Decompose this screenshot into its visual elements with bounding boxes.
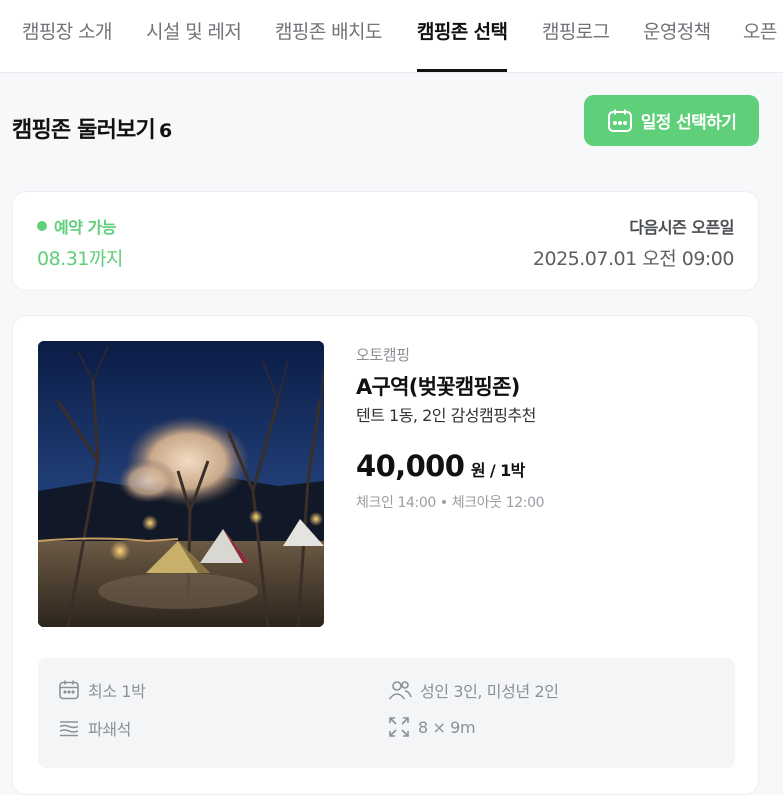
availability-status: 예약 가능 bbox=[37, 214, 116, 238]
floor-info: 파쇄석 bbox=[58, 716, 131, 740]
zone-info-box: 최소 1박 성인 3인, 미성년 2인 파쇄석 8 × 9m bbox=[38, 658, 735, 768]
gravel-floor-icon bbox=[59, 721, 79, 737]
section-title-text: 캠핑존 둘러보기 bbox=[12, 118, 156, 143]
capacity-info: 성인 3인, 미성년 2인 bbox=[388, 678, 559, 702]
pick-date-label: 일정 선택하기 bbox=[640, 113, 737, 133]
min-stay-label: 최소 1박 bbox=[88, 682, 146, 701]
camping-zone-card[interactable]: 오토캠핑 A구역(벚꽃캠핑존) 텐트 1동, 2인 감성캠핑추천 40,000 … bbox=[12, 315, 759, 795]
people-icon bbox=[388, 681, 412, 700]
price-amount: 40,000 bbox=[356, 449, 465, 483]
zone-name: A구역(벚꽃캠핑존) bbox=[356, 375, 520, 399]
tab-zone-layout[interactable]: 캠핑존 배치도 bbox=[275, 0, 382, 72]
floor-label: 파쇄석 bbox=[88, 720, 131, 739]
zone-type: 오토캠핑 bbox=[356, 346, 410, 364]
tab-open[interactable]: 오픈 bbox=[743, 0, 777, 72]
capacity-label: 성인 3인, 미성년 2인 bbox=[420, 682, 559, 701]
expand-icon bbox=[389, 717, 409, 737]
zone-photo-image bbox=[38, 341, 324, 627]
availability-until: 08.31까지 bbox=[37, 248, 123, 270]
calendar-icon bbox=[607, 109, 632, 132]
tab-facilities[interactable]: 시설 및 레저 bbox=[146, 0, 242, 72]
min-stay-info: 최소 1박 bbox=[58, 678, 146, 702]
tab-policy[interactable]: 운영정책 bbox=[643, 0, 711, 72]
zone-price: 40,000 원 / 1박 bbox=[356, 449, 525, 483]
size-info: 8 × 9m bbox=[388, 716, 476, 738]
next-season-date: 2025.07.01 오전 09:00 bbox=[532, 248, 735, 270]
next-season-label: 다음시즌 오픈일 bbox=[629, 218, 734, 237]
top-nav: 캠핑장 소개 시설 및 레저 캠핑존 배치도 캠핑존 선택 캠핑로그 운영정책 … bbox=[0, 0, 783, 73]
price-unit: 원 / 1박 bbox=[470, 461, 526, 480]
zone-description: 텐트 1동, 2인 감성캠핑추천 bbox=[356, 406, 536, 425]
reservation-status-card: 예약 가능 08.31까지 다음시즌 오픈일 2025.07.01 오전 09:… bbox=[12, 191, 759, 291]
pick-date-button[interactable]: 일정 선택하기 bbox=[584, 95, 759, 146]
tab-zone-select[interactable]: 캠핑존 선택 bbox=[417, 0, 508, 72]
availability-label: 예약 가능 bbox=[54, 218, 116, 237]
size-label: 8 × 9m bbox=[418, 717, 476, 737]
zone-photo[interactable] bbox=[38, 341, 324, 627]
tab-camping-log[interactable]: 캠핑로그 bbox=[542, 0, 610, 72]
checkin-checkout: 체크인 14:00 • 체크아웃 12:00 bbox=[356, 495, 545, 511]
tab-campsite-intro[interactable]: 캠핑장 소개 bbox=[22, 0, 112, 72]
status-dot bbox=[37, 221, 47, 231]
calendar-icon bbox=[59, 680, 79, 700]
section-title: 캠핑존 둘러보기 6 bbox=[12, 112, 172, 144]
zone-count: 6 bbox=[158, 120, 172, 142]
